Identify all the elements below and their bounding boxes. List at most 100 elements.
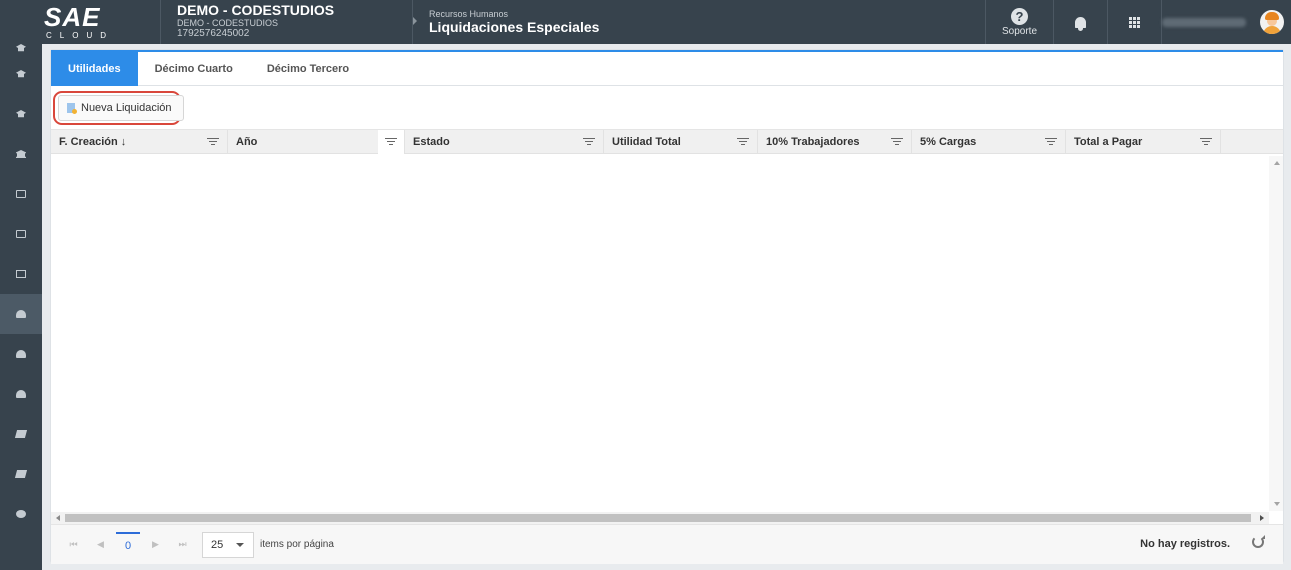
tab-decimo-cuarto[interactable]: Décimo Cuarto <box>138 52 250 86</box>
column-header-fecha[interactable]: F. Creación ↓ <box>51 130 228 153</box>
sidebar-item-6[interactable] <box>0 214 42 254</box>
logo-subtext: CLOUD <box>46 31 115 40</box>
scroll-right-icon[interactable] <box>1260 515 1264 521</box>
module-header: Recursos Humanos Liquidaciones Especiale… <box>412 0 985 44</box>
pager-info: No hay registros. <box>1140 538 1230 550</box>
support-button[interactable]: ? Soporte <box>985 0 1053 44</box>
page-size-select[interactable]: 25 <box>202 531 254 558</box>
filter-icon <box>385 138 397 145</box>
bell-icon <box>1075 16 1086 31</box>
next-page-icon[interactable]: ▶ <box>142 532 169 558</box>
company-subname: DEMO - CODESTUDIOS <box>177 18 279 28</box>
first-page-icon[interactable]: ⏮ <box>60 532 87 558</box>
sidebar-item-5[interactable] <box>0 174 42 214</box>
scroll-left-icon[interactable] <box>56 515 60 521</box>
users-icon <box>16 390 26 398</box>
page-size-value: 25 <box>211 538 224 551</box>
grid-icon <box>1129 16 1140 28</box>
apps-button[interactable] <box>1107 0 1161 44</box>
column-label: Año <box>236 135 258 148</box>
refresh-icon[interactable] <box>1252 535 1265 548</box>
prev-page-icon[interactable]: ◀ <box>87 532 114 558</box>
grid-toolbar: Nueva Liquidación <box>51 86 1283 130</box>
graduation-cap-icon <box>16 110 26 118</box>
graduation-cap-icon <box>16 44 26 52</box>
avatar <box>1260 10 1284 34</box>
sidebar-item-10[interactable] <box>0 374 42 414</box>
sidebar-item-12[interactable] <box>0 454 42 494</box>
company-name: DEMO - CODESTUDIOS <box>177 2 335 18</box>
column-label: 5% Cargas <box>920 135 977 148</box>
users-icon <box>16 350 26 358</box>
filter-icon[interactable] <box>891 138 903 145</box>
last-page-icon[interactable]: ⏭ <box>169 532 196 558</box>
tab-utilidades[interactable]: Utilidades <box>51 52 138 86</box>
column-header-cargas[interactable]: 5% Cargas <box>912 130 1066 153</box>
grid-body <box>51 156 1283 511</box>
folder-open-icon <box>16 190 26 198</box>
new-liquidation-button[interactable]: Nueva Liquidación <box>58 95 184 121</box>
horizontal-scrollbar[interactable] <box>51 512 1269 524</box>
page-size-label: items por página <box>260 539 334 550</box>
notifications-button[interactable] <box>1053 0 1107 44</box>
user-menu[interactable] <box>1161 0 1291 44</box>
sidebar-item-8[interactable] <box>0 294 42 334</box>
scroll-up-icon[interactable] <box>1274 161 1280 165</box>
users-icon <box>16 310 26 318</box>
column-header-utilidad-total[interactable]: Utilidad Total <box>604 130 758 153</box>
company-selector[interactable]: DEMO - CODESTUDIOS DEMO - CODESTUDIOS 17… <box>160 0 412 44</box>
new-liquidation-label: Nueva Liquidación <box>81 102 172 114</box>
company-ruc: 1792576245002 <box>177 28 250 39</box>
scroll-down-icon[interactable] <box>1274 502 1280 506</box>
filter-icon[interactable] <box>1200 138 1212 145</box>
new-document-icon <box>67 103 77 114</box>
support-label: Soporte <box>1001 25 1038 37</box>
caret-right-icon <box>413 17 417 25</box>
filter-icon[interactable] <box>583 138 595 145</box>
logo-text: SAE <box>44 2 101 32</box>
filter-icon[interactable] <box>737 138 749 145</box>
page-title: Liquidaciones Especiales <box>429 19 600 35</box>
sidebar-item-2[interactable] <box>0 54 42 94</box>
sidebar-item-3[interactable] <box>0 94 42 134</box>
sidebar-item-7[interactable] <box>0 254 42 294</box>
tab-decimo-tercero[interactable]: Décimo Tercero <box>250 52 366 86</box>
top-bar: SAE CLOUD DEMO - CODESTUDIOS DEMO - CODE… <box>0 0 1291 44</box>
filter-button-active[interactable] <box>378 129 404 154</box>
sidebar-item-9[interactable] <box>0 334 42 374</box>
chevron-down-icon <box>236 542 244 547</box>
sidebar-item-13[interactable] <box>0 494 42 534</box>
column-label: Utilidad Total <box>612 135 681 148</box>
column-label: Total a Pagar <box>1074 135 1143 148</box>
grid-header: F. Creación ↓ Año Estado Utilidad Total … <box>51 129 1283 154</box>
sidebar-item-11[interactable] <box>0 414 42 454</box>
page-number[interactable]: 0 <box>116 531 140 558</box>
column-header-trabajadores[interactable]: 10% Trabajadores <box>758 130 912 153</box>
tab-bar: Utilidades Décimo Cuarto Décimo Tercero <box>51 52 1283 86</box>
column-header-anio[interactable]: Año <box>228 129 405 154</box>
bank-icon <box>16 150 26 158</box>
folder-open-icon <box>16 230 26 238</box>
column-header-total-pagar[interactable]: Total a Pagar <box>1066 130 1221 153</box>
question-circle-icon: ? <box>1011 7 1028 25</box>
sidebar-item-1[interactable] <box>0 44 42 54</box>
graduation-cap-icon <box>16 70 26 78</box>
filter-icon[interactable] <box>207 138 219 145</box>
column-label: F. Creación ↓ <box>59 135 127 148</box>
book-icon <box>14 430 28 438</box>
vertical-scrollbar[interactable] <box>1269 156 1283 511</box>
sidebar-item-4[interactable] <box>0 134 42 174</box>
column-header-estado[interactable]: Estado <box>405 130 604 153</box>
pager: ⏮ ◀ 0 ▶ ⏭ 25 items por página No hay reg… <box>51 524 1283 564</box>
logo[interactable]: SAE CLOUD <box>0 0 160 44</box>
sidebar <box>0 44 42 570</box>
scrollbar-thumb[interactable] <box>65 514 1251 522</box>
module-parent: Recursos Humanos <box>429 9 509 19</box>
main-panel: Utilidades Décimo Cuarto Décimo Tercero … <box>51 50 1283 564</box>
id-card-icon <box>16 270 26 278</box>
filter-icon[interactable] <box>1045 138 1057 145</box>
user-name-blurred <box>1162 17 1246 27</box>
cogs-icon <box>16 510 26 518</box>
book-icon <box>14 470 28 478</box>
column-label: 10% Trabajadores <box>766 135 860 148</box>
